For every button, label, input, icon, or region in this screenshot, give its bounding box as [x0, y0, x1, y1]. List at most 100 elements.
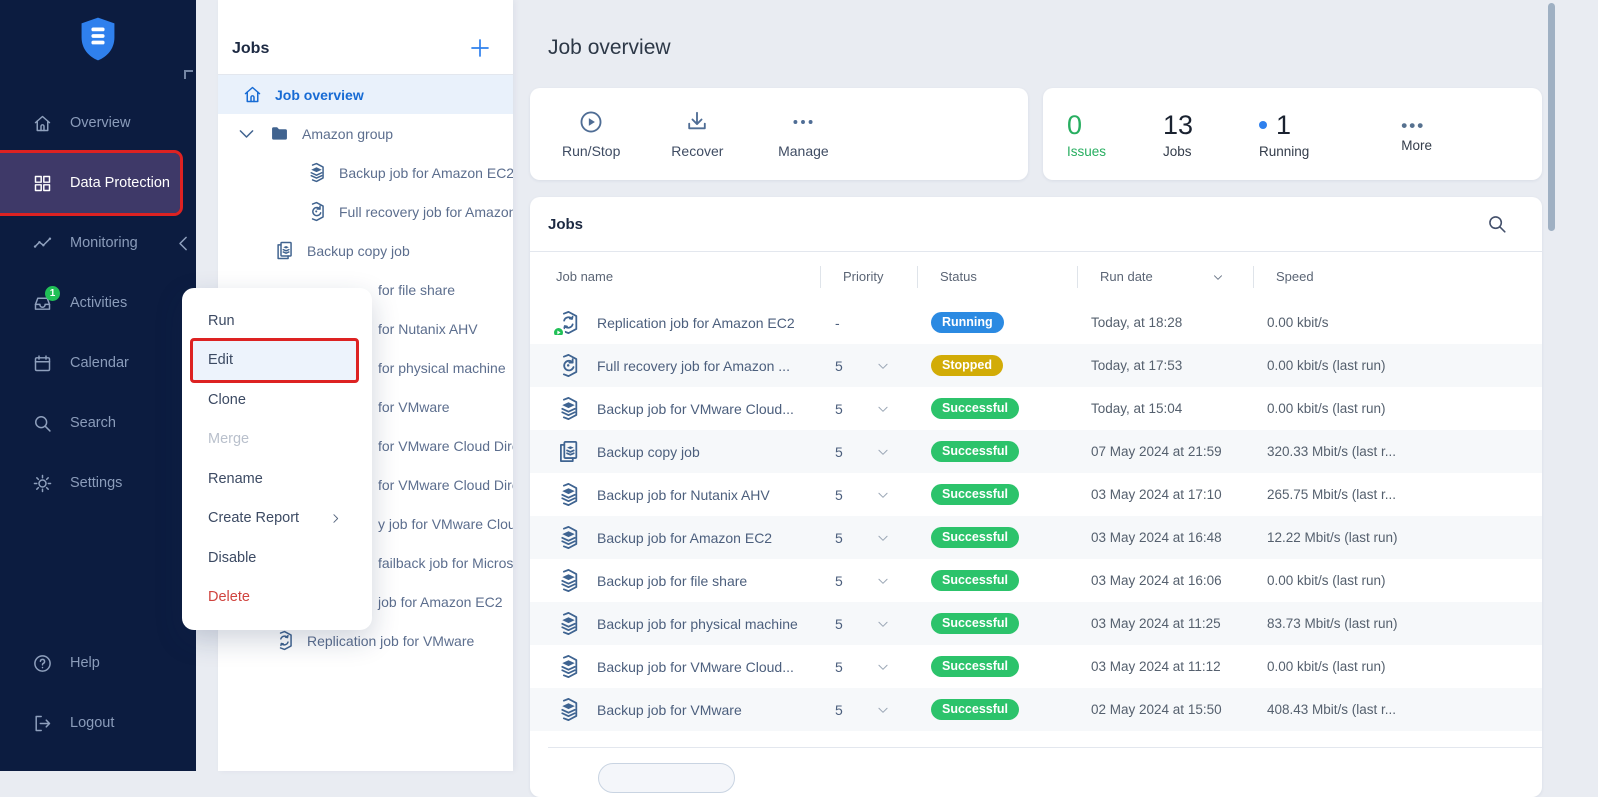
sidebar-item-settings[interactable]: Settings	[0, 453, 196, 513]
column-header-label: Job name	[556, 269, 613, 284]
run-stop-button[interactable]: Run/Stop	[562, 109, 620, 159]
priority-value: 5	[835, 487, 843, 503]
priority-dropdown-icon[interactable]	[876, 617, 890, 631]
sidebar-item-label: Settings	[70, 475, 122, 491]
menu-item-delete[interactable]: Delete	[182, 578, 372, 618]
tree-item-label: Full recovery job for Amazon E	[339, 204, 513, 220]
column-header-label: Status	[940, 269, 977, 284]
search-icon[interactable]	[1486, 213, 1508, 235]
cell-speed: 0.00 kbit/s (last run)	[1253, 358, 1542, 373]
job-name-label: Backup job for file share	[597, 573, 747, 589]
column-header-job-name[interactable]: Job name	[530, 266, 820, 288]
chevron-left-icon	[173, 233, 194, 254]
tree-item-label: Replication job for VMware	[307, 633, 474, 649]
menu-item-edit[interactable]: Edit	[193, 341, 356, 381]
run-date-value: 07 May 2024 at 21:59	[1091, 444, 1222, 459]
table-row-backup-job-for-vmware-cloud[interactable]: Backup job for VMware Cloud...5Successfu…	[530, 387, 1542, 430]
cell-run-date: 03 May 2024 at 11:25	[1077, 616, 1253, 631]
cell-speed: 0.00 kbit/s (last run)	[1253, 401, 1542, 416]
run-date-value: 03 May 2024 at 16:48	[1091, 530, 1222, 545]
table-row-backup-job-for-physical-machine[interactable]: Backup job for physical machine5Successf…	[530, 602, 1542, 645]
cell-status: Successful	[917, 613, 1077, 634]
priority-value: 5	[835, 573, 843, 589]
grid-icon	[32, 173, 53, 194]
menu-item-label: Delete	[208, 589, 250, 605]
priority-dropdown-icon[interactable]	[876, 703, 890, 717]
tree-item-full-recovery-job-for-amazon-e[interactable]: Full recovery job for Amazon E	[218, 192, 513, 231]
priority-dropdown-icon[interactable]	[876, 359, 890, 373]
priority-dropdown-icon[interactable]	[876, 488, 890, 502]
tree-item-backup-job-for-amazon-ec2[interactable]: Backup job for Amazon EC2	[218, 153, 513, 192]
sidebar-item-overview[interactable]: Overview	[0, 93, 196, 153]
status-badge: Successful	[931, 484, 1019, 505]
cell-job-name: Backup job for VMware Cloud...	[530, 396, 820, 421]
menu-item-rename[interactable]: Rename	[182, 459, 372, 499]
backup-icon	[556, 525, 581, 550]
priority-dropdown-icon[interactable]	[876, 402, 890, 416]
cell-priority: 5	[820, 401, 917, 417]
jobs-tree-title: Jobs	[232, 40, 269, 58]
column-header-label: Run date	[1100, 269, 1153, 284]
cell-speed: 83.73 Mbit/s (last run)	[1253, 616, 1542, 631]
manage-button[interactable]: Manage	[774, 109, 832, 159]
menu-item-label: Clone	[208, 392, 246, 408]
table-row-backup-job-for-vmware[interactable]: Backup job for VMware5Successful02 May 2…	[530, 688, 1542, 731]
priority-dropdown-icon[interactable]	[876, 531, 890, 545]
column-header-priority[interactable]: Priority	[820, 266, 917, 288]
cell-priority: 5	[820, 358, 917, 374]
sidebar-item-calendar[interactable]: Calendar	[0, 333, 196, 393]
show-more-button[interactable]	[598, 763, 735, 793]
table-row-backup-job-for-vmware-cloud[interactable]: Backup job for VMware Cloud...5Successfu…	[530, 645, 1542, 688]
table-row-full-recovery-job-for-amazon[interactable]: Full recovery job for Amazon ...5Stopped…	[530, 344, 1542, 387]
stats-more-button[interactable]: ••• More	[1401, 116, 1432, 153]
speed-value: 320.33 Mbit/s (last r...	[1267, 444, 1396, 459]
backup-icon	[556, 654, 581, 679]
tree-item-amazon-group[interactable]: Amazon group	[218, 114, 513, 153]
sidebar-item-help[interactable]: Help	[0, 633, 196, 693]
table-row-backup-copy-job[interactable]: Backup copy job5Successful07 May 2024 at…	[530, 430, 1542, 473]
menu-item-disable[interactable]: Disable	[182, 538, 372, 578]
table-row-backup-job-for-nutanix-ahv[interactable]: Backup job for Nutanix AHV5Successful03 …	[530, 473, 1542, 516]
sort-desc-icon	[1211, 270, 1225, 284]
table-row-replication-job-for-amazon-ec2[interactable]: Replication job for Amazon EC2-RunningTo…	[530, 301, 1542, 344]
sidebar-item-label: Activities	[70, 295, 127, 311]
sidebar-item-logout[interactable]: Logout	[0, 693, 196, 753]
sidebar-item-activities[interactable]: 1Activities	[0, 273, 196, 333]
column-header-speed[interactable]: Speed	[1253, 266, 1542, 288]
table-row-backup-job-for-file-share[interactable]: Backup job for file share5Successful03 M…	[530, 559, 1542, 602]
sidebar-item-search[interactable]: Search	[0, 393, 196, 453]
sidebar-collapse-icon[interactable]	[184, 70, 193, 79]
status-badge: Successful	[931, 527, 1019, 548]
recover-button[interactable]: Recover	[668, 109, 726, 159]
column-header-status[interactable]: Status	[917, 266, 1077, 288]
menu-item-create-report[interactable]: Create Report	[182, 499, 372, 539]
priority-dropdown-icon[interactable]	[876, 445, 890, 459]
speed-value: 0.00 kbit/s	[1267, 315, 1329, 330]
tree-item-label: for physical machine	[378, 360, 506, 376]
vertical-scrollbar[interactable]	[1548, 3, 1555, 231]
sidebar-item-data-protection[interactable]: Data Protection	[0, 153, 180, 213]
cell-priority: -	[820, 315, 917, 331]
table-body: Replication job for Amazon EC2-RunningTo…	[530, 301, 1542, 731]
cell-speed: 12.22 Mbit/s (last run)	[1253, 530, 1542, 545]
priority-value: -	[835, 315, 840, 331]
sidebar-item-monitoring[interactable]: Monitoring	[0, 213, 196, 273]
tree-item-job-overview[interactable]: Job overview	[218, 75, 513, 114]
sidebar-item-label: Help	[70, 655, 100, 671]
column-header-label: Speed	[1276, 269, 1314, 284]
priority-dropdown-icon[interactable]	[876, 660, 890, 674]
status-badge: Successful	[931, 699, 1019, 720]
backup-icon	[556, 568, 581, 593]
menu-item-clone[interactable]: Clone	[182, 380, 372, 420]
run-date-value: Today, at 18:28	[1091, 315, 1182, 330]
add-job-button[interactable]	[468, 36, 492, 60]
chevron-right-icon	[329, 512, 342, 525]
menu-item-run[interactable]: Run	[182, 301, 372, 341]
priority-dropdown-icon[interactable]	[876, 574, 890, 588]
tree-item-backup-copy-job[interactable]: Backup copy job	[218, 231, 513, 270]
column-header-run-date[interactable]: Run date	[1077, 266, 1253, 288]
cell-run-date: Today, at 18:28	[1077, 315, 1253, 330]
table-row-backup-job-for-amazon-ec2[interactable]: Backup job for Amazon EC25Successful03 M…	[530, 516, 1542, 559]
sidebar-item-label: Logout	[70, 715, 114, 731]
recovery-icon	[556, 353, 581, 378]
